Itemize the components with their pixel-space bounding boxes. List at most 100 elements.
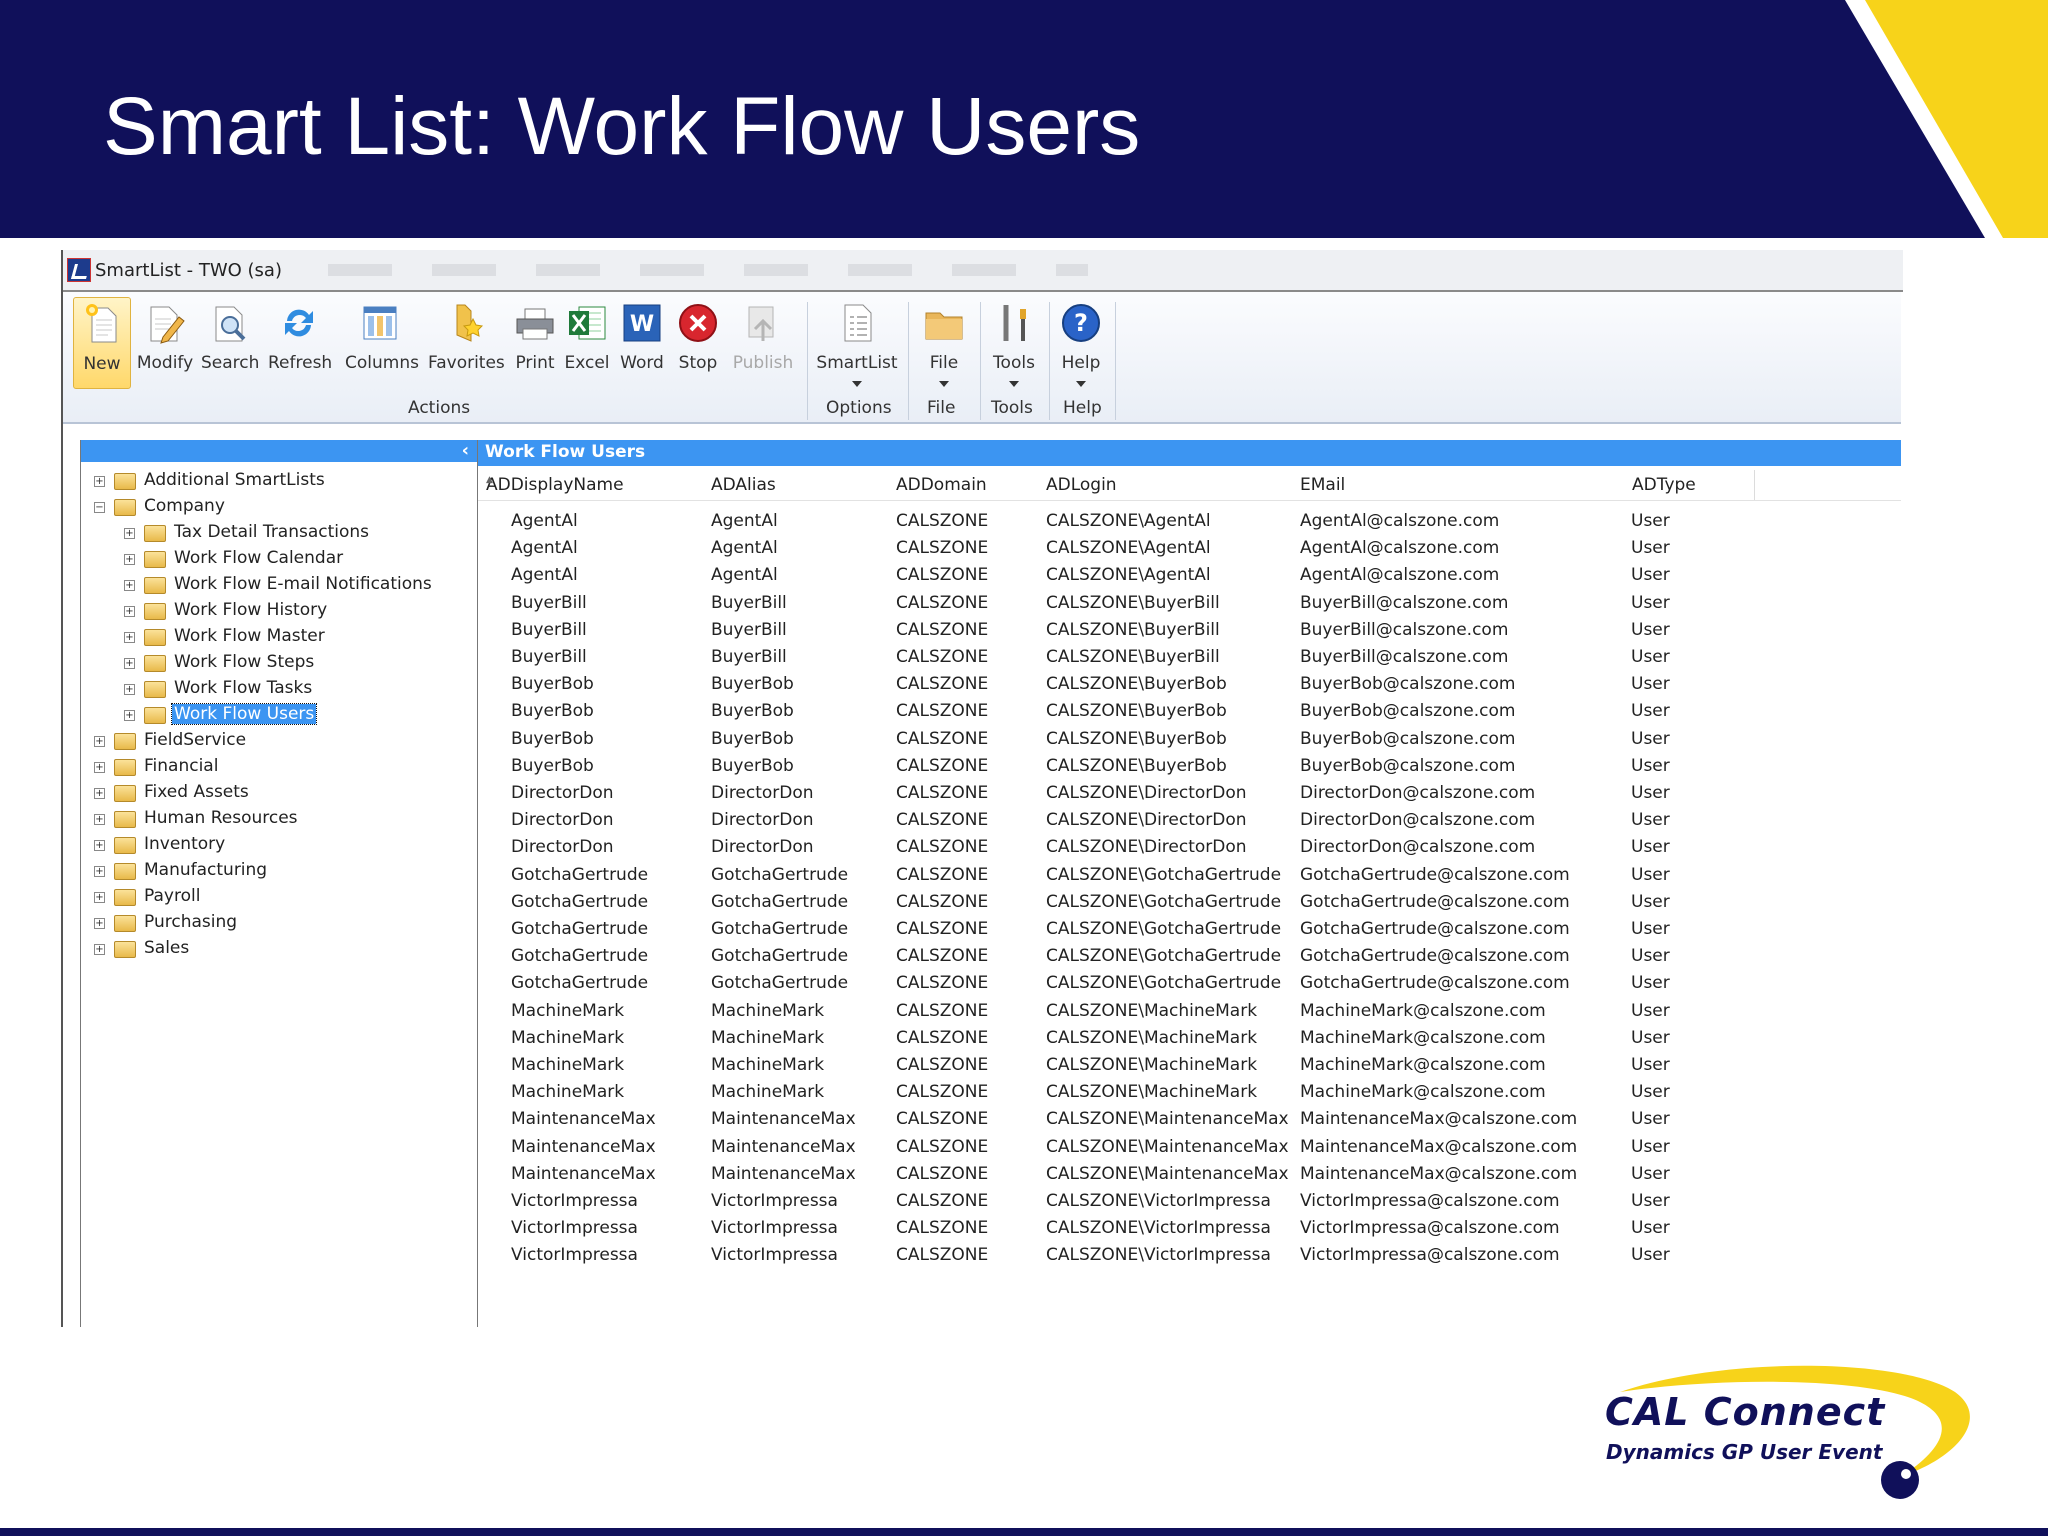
table-row[interactable]: AgentAl AgentAl CALSZONE CALSZONE\AgentAl Ag… bbox=[478, 508, 1901, 535]
expand-toggle-icon[interactable]: + bbox=[124, 580, 135, 591]
expand-toggle-icon[interactable]: + bbox=[94, 762, 105, 773]
folder-icon bbox=[114, 941, 136, 958]
printer-icon bbox=[516, 308, 554, 340]
column-header[interactable]: ADLogin bbox=[1038, 470, 1293, 500]
column-header[interactable]: ADType bbox=[1624, 470, 1755, 500]
tree-item-label: Financial bbox=[144, 756, 219, 776]
table-cell: User bbox=[1631, 538, 1670, 559]
folder-icon bbox=[114, 759, 136, 776]
expand-toggle-icon[interactable]: + bbox=[124, 528, 135, 539]
table-cell: CALSZONE bbox=[896, 755, 989, 776]
table-row[interactable]: BuyerBill BuyerBill CALSZONE CALSZONE\Buyer… bbox=[478, 644, 1901, 671]
table-cell: CALSZONE\BuyerBill bbox=[1046, 619, 1220, 640]
tools-menu-button[interactable]: Tools bbox=[985, 297, 1043, 387]
group-label-actions: Actions bbox=[408, 398, 471, 418]
table-row[interactable]: DirectorDon DirectorDon CALSZONE CALSZONE\D… bbox=[478, 807, 1901, 834]
expand-toggle-icon[interactable]: + bbox=[124, 658, 135, 669]
table-cell: GotchaGertrude@calszone.com bbox=[1300, 864, 1570, 885]
table-row[interactable]: BuyerBob BuyerBob CALSZONE CALSZONE\BuyerBo… bbox=[478, 698, 1901, 725]
table-row[interactable]: MaintenanceMax MaintenanceMax CALSZONE CALS… bbox=[478, 1134, 1901, 1161]
table-row[interactable]: MachineMark MachineMark CALSZONE CALSZONE\M… bbox=[478, 1079, 1901, 1106]
table-cell: CALSZONE\MaintenanceMax bbox=[1046, 1109, 1289, 1130]
publish-label: Publish bbox=[732, 353, 794, 373]
expand-toggle-icon[interactable]: + bbox=[94, 892, 105, 903]
dynamics-app-icon[interactable] bbox=[67, 258, 91, 282]
columns-button[interactable]: Columns bbox=[345, 297, 419, 387]
folder-icon bbox=[114, 811, 136, 828]
folder-icon bbox=[114, 499, 136, 516]
expand-toggle-icon[interactable]: + bbox=[94, 788, 105, 799]
slide-banner: Smart List: Work Flow Users bbox=[0, 0, 2048, 238]
table-row[interactable]: GotchaGertrude GotchaGertrude CALSZONE CALS… bbox=[478, 916, 1901, 943]
table-row[interactable]: AgentAl AgentAl CALSZONE CALSZONE\AgentAl Ag… bbox=[478, 562, 1901, 589]
column-header[interactable]: ADAlias bbox=[703, 470, 889, 500]
table-row[interactable]: GotchaGertrude GotchaGertrude CALSZONE CALS… bbox=[478, 970, 1901, 997]
table-row[interactable]: GotchaGertrude GotchaGertrude CALSZONE CALS… bbox=[478, 862, 1901, 889]
table-row[interactable]: MaintenanceMax MaintenanceMax CALSZONE CALS… bbox=[478, 1161, 1901, 1188]
table-row[interactable]: VictorImpressa VictorImpressa CALSZONE CALS… bbox=[478, 1215, 1901, 1242]
table-row[interactable]: GotchaGertrude GotchaGertrude CALSZONE CALS… bbox=[478, 889, 1901, 916]
expand-toggle-icon[interactable]: + bbox=[94, 814, 105, 825]
folder-icon bbox=[925, 312, 963, 340]
column-header[interactable]: ADDomain bbox=[888, 470, 1039, 500]
table-cell: CALSZONE\VictorImpressa bbox=[1046, 1191, 1271, 1211]
chevron-down-icon bbox=[1076, 381, 1086, 387]
table-cell: VictorImpressa bbox=[511, 1218, 638, 1239]
table-cell: DirectorDon@calszone.com bbox=[1300, 837, 1536, 858]
expand-toggle-icon[interactable]: + bbox=[94, 944, 105, 955]
table-cell: User bbox=[1631, 728, 1670, 749]
table-row[interactable]: BuyerBill BuyerBill CALSZONE CALSZONE\Buyer… bbox=[478, 590, 1901, 617]
table-cell: VictorImpressa@calszone.com bbox=[1300, 1218, 1560, 1239]
table-row[interactable]: VictorImpressa VictorImpressa CALSZONE CALS… bbox=[478, 1188, 1901, 1215]
expand-toggle-icon[interactable]: + bbox=[124, 554, 135, 565]
file-menu-button[interactable]: File bbox=[915, 297, 973, 387]
table-row[interactable]: VictorImpressa VictorImpressa CALSZONE CALS… bbox=[478, 1242, 1901, 1269]
refresh-button[interactable]: Refresh bbox=[268, 297, 332, 387]
expand-toggle-icon[interactable]: + bbox=[94, 918, 105, 929]
table-row[interactable]: MachineMark MachineMark CALSZONE CALSZONE\M… bbox=[478, 1025, 1901, 1052]
table-cell: MaintenanceMax bbox=[711, 1136, 856, 1157]
table-cell: User bbox=[1631, 1027, 1670, 1048]
column-header[interactable]: EMail bbox=[1292, 470, 1625, 500]
stop-button[interactable]: Stop bbox=[675, 297, 721, 387]
word-button[interactable]: W Word bbox=[617, 297, 667, 387]
expand-toggle-icon[interactable]: + bbox=[124, 684, 135, 695]
favorites-button[interactable]: Favorites bbox=[428, 297, 505, 387]
expand-toggle-icon[interactable]: + bbox=[94, 840, 105, 851]
table-row[interactable]: GotchaGertrude GotchaGertrude CALSZONE CALS… bbox=[478, 943, 1901, 970]
expand-toggle-icon[interactable]: + bbox=[124, 632, 135, 643]
folder-icon bbox=[144, 707, 166, 724]
table-row[interactable]: DirectorDon DirectorDon CALSZONE CALSZONE\D… bbox=[478, 834, 1901, 861]
table-row[interactable]: MachineMark MachineMark CALSZONE CALSZONE\M… bbox=[478, 998, 1901, 1025]
help-menu-button[interactable]: ? Help bbox=[1053, 297, 1109, 387]
publish-button[interactable]: Publish bbox=[731, 297, 795, 387]
table-cell: MaintenanceMax bbox=[711, 1163, 856, 1184]
new-button[interactable]: New bbox=[73, 297, 131, 389]
collapse-toggle-icon[interactable]: − bbox=[94, 502, 105, 513]
column-header-label: ADDomain bbox=[896, 475, 987, 495]
table-row[interactable]: BuyerBill BuyerBill CALSZONE CALSZONE\Buyer… bbox=[478, 617, 1901, 644]
expand-toggle-icon[interactable]: + bbox=[94, 476, 105, 487]
folder-icon bbox=[144, 551, 166, 568]
collapse-pane-icon[interactable]: ‹ bbox=[462, 440, 469, 461]
table-row[interactable]: DirectorDon DirectorDon CALSZONE CALSZONE\D… bbox=[478, 780, 1901, 807]
print-button[interactable]: Print bbox=[511, 297, 559, 387]
table-row[interactable]: MachineMark MachineMark CALSZONE CALSZONE\M… bbox=[478, 1052, 1901, 1079]
modify-button[interactable]: Modify bbox=[135, 297, 195, 387]
group-label-file: File bbox=[927, 398, 956, 418]
table-cell: User bbox=[1631, 755, 1670, 776]
expand-toggle-icon[interactable]: + bbox=[94, 736, 105, 747]
search-button[interactable]: Search bbox=[201, 297, 259, 387]
expand-toggle-icon[interactable]: + bbox=[94, 866, 105, 877]
smartlist-menu-button[interactable]: SmartList bbox=[815, 297, 899, 387]
expand-toggle-icon[interactable]: + bbox=[124, 710, 135, 721]
table-row[interactable]: AgentAl AgentAl CALSZONE CALSZONE\AgentAl Ag… bbox=[478, 535, 1901, 562]
table-row[interactable]: BuyerBob BuyerBob CALSZONE CALSZONE\BuyerBo… bbox=[478, 726, 1901, 753]
excel-button[interactable]: Excel bbox=[563, 297, 611, 387]
table-row[interactable]: BuyerBob BuyerBob CALSZONE CALSZONE\BuyerBo… bbox=[478, 671, 1901, 698]
tree-item-label: Work Flow Steps bbox=[174, 652, 315, 672]
table-row[interactable]: MaintenanceMax MaintenanceMax CALSZONE CALS… bbox=[478, 1106, 1901, 1133]
column-header[interactable]: ADDisplayName ▲ bbox=[478, 470, 704, 500]
expand-toggle-icon[interactable]: + bbox=[124, 606, 135, 617]
table-row[interactable]: BuyerBob BuyerBob CALSZONE CALSZONE\BuyerBo… bbox=[478, 753, 1901, 780]
